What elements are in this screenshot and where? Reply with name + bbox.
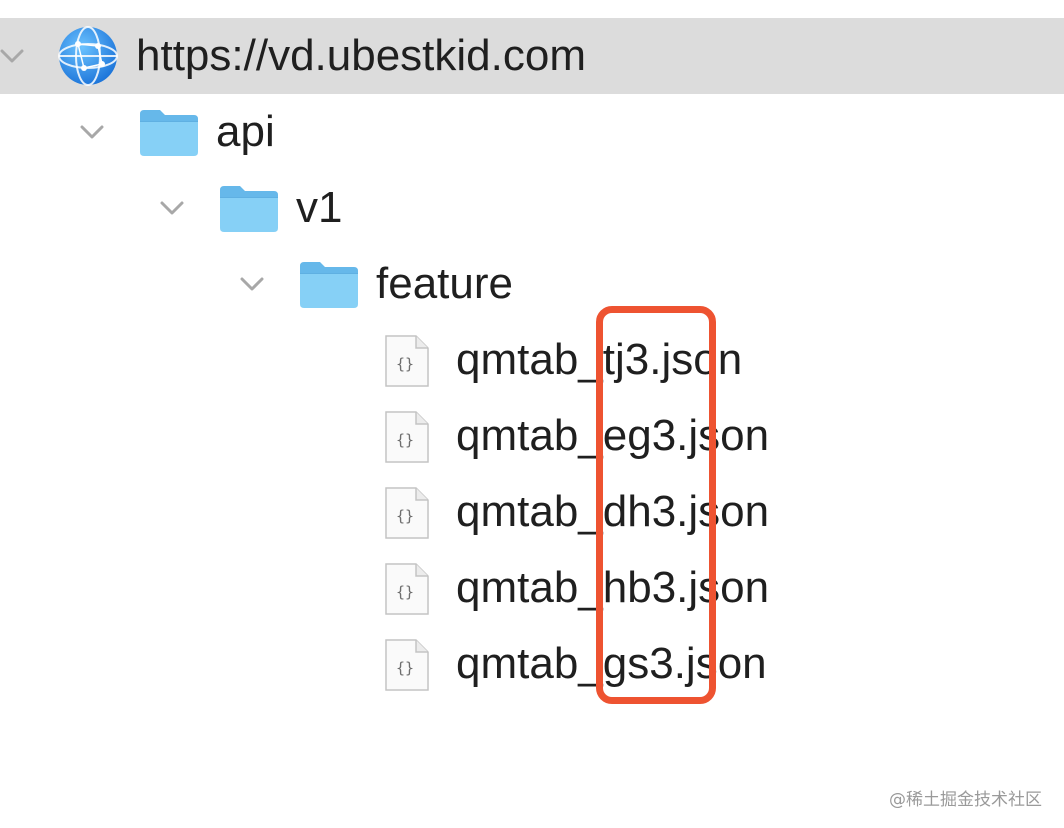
json-file-icon: {} [382, 334, 432, 388]
svg-text:{}: {} [396, 583, 414, 601]
tree-row-file[interactable]: {} qmtab_eg3.json [0, 398, 1064, 474]
tree-row-file[interactable]: {} qmtab_tj3.json [0, 322, 1064, 398]
chevron-down-icon[interactable] [152, 188, 192, 228]
json-file-icon: {} [382, 562, 432, 616]
folder-icon [298, 258, 360, 310]
chevron-down-icon[interactable] [0, 36, 32, 76]
tree-row-root[interactable]: https://vd.ubestkid.com [0, 18, 1064, 94]
svg-text:{}: {} [396, 507, 414, 525]
tree-row-feature[interactable]: feature [0, 246, 1064, 322]
folder-icon [218, 182, 280, 234]
tree-row-api[interactable]: api [0, 94, 1064, 170]
svg-text:{}: {} [396, 355, 414, 373]
tree-row-file[interactable]: {} qmtab_gs3.json [0, 626, 1064, 702]
tree-row-file[interactable]: {} qmtab_dh3.json [0, 474, 1064, 550]
tree-row-file[interactable]: {} qmtab_hb3.json [0, 550, 1064, 626]
tree-label-file: qmtab_eg3.json [456, 411, 770, 460]
globe-icon [56, 24, 120, 88]
tree-label-file: qmtab_gs3.json [456, 639, 767, 688]
tree-label-file: qmtab_tj3.json [456, 335, 743, 384]
tree-label-root: https://vd.ubestkid.com [136, 31, 586, 80]
folder-icon [138, 106, 200, 158]
tree-label-api: api [216, 107, 275, 156]
tree-label-feature: feature [376, 259, 513, 308]
tree-label-file: qmtab_dh3.json [456, 487, 770, 536]
tree-label-v1: v1 [296, 183, 343, 232]
watermark: @稀土掘金技术社区 [889, 790, 1042, 810]
json-file-icon: {} [382, 638, 432, 692]
svg-text:{}: {} [396, 431, 414, 449]
chevron-down-icon[interactable] [232, 264, 272, 304]
svg-text:{}: {} [396, 659, 414, 677]
chevron-down-icon[interactable] [72, 112, 112, 152]
tree-row-v1[interactable]: v1 [0, 170, 1064, 246]
json-file-icon: {} [382, 486, 432, 540]
json-file-icon: {} [382, 410, 432, 464]
tree-label-file: qmtab_hb3.json [456, 563, 770, 612]
